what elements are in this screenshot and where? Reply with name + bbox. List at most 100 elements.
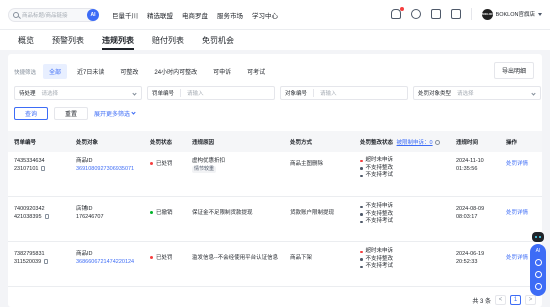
status-dot: [360, 205, 363, 208]
penalty-detail-link[interactable]: 处罚详情: [506, 161, 528, 169]
penalty-object: 商品ID 3686606721474220124: [76, 251, 134, 266]
quick-filter: 快捷筛选 全部 近7日未读 可整改 24小时内可整改 可申诉 可考试: [14, 64, 271, 79]
col-rectify-status: 处罚整改状态 被限制申诉：0: [360, 138, 441, 146]
object-type-select[interactable]: 处罚对象类型 请选择: [413, 86, 541, 100]
limited-appeal-link[interactable]: 被限制申诉：0: [397, 140, 433, 146]
bell-icon[interactable]: [390, 7, 404, 19]
help-icon[interactable]: [435, 140, 441, 146]
robot-eye: [539, 236, 541, 238]
chevron-down-icon: [132, 91, 137, 96]
severity-tag: 情节较重: [192, 165, 217, 173]
object-id-link[interactable]: 3691080927306935071: [76, 166, 134, 174]
copy-icon[interactable]: [44, 213, 49, 219]
status-dot: [150, 256, 153, 260]
account-name: BOKLON官旗店: [495, 12, 535, 18]
violation-date: 2024-08-09: [456, 206, 485, 212]
chip-rectify-24h[interactable]: 24小时内可整改: [148, 64, 203, 79]
rectify-text: 不支持考试: [365, 218, 394, 224]
status-dot: [150, 162, 153, 166]
expand-filters-link[interactable]: 展开更多筛选: [94, 109, 136, 118]
status-dot: [360, 213, 363, 216]
violation-clock: 20:52:33: [456, 258, 478, 265]
calendar-icon[interactable]: [430, 9, 441, 19]
filter-label: 处罚对象类型: [418, 91, 452, 97]
help-icon[interactable]: [534, 283, 542, 290]
account-menu[interactable]: BOKLON BOKLON官旗店: [481, 8, 542, 20]
object-id-link[interactable]: 3686606721474220124: [76, 259, 134, 267]
rectify-text: 超时未申诉: [365, 157, 394, 163]
robot-icon[interactable]: [532, 232, 544, 242]
rectify-item: 不支持考试: [360, 172, 393, 180]
chip-unread-7d[interactable]: 近7日未读: [71, 64, 110, 79]
pending-select[interactable]: 待处理 请选择: [14, 86, 142, 100]
violation-reason: 保证金不足限制货款提现: [192, 210, 253, 216]
chip-exam[interactable]: 可考试: [241, 64, 271, 79]
violation-date: 2024-06-19: [456, 251, 485, 257]
nav-item-service-market[interactable]: 服务市场: [217, 10, 243, 20]
search-input[interactable]: 商品标题/商品链接 AI: [8, 7, 99, 22]
nav-item-learning[interactable]: 学习中心: [252, 10, 278, 20]
object-number-input[interactable]: 对象编号 请输入: [280, 86, 408, 100]
next-page-button[interactable]: >: [525, 295, 536, 305]
filter-row: 待处理 请选择 罚单编号 请输入 对象编号 请输入 处罚对象类型 请选择: [14, 86, 541, 100]
object-type: 商品ID: [76, 158, 93, 164]
filter-placeholder: 请选择: [457, 91, 474, 97]
col-object: 处罚对象: [76, 140, 99, 146]
notification-dot: [399, 7, 404, 11]
ticket-number-line: 7400920342: [14, 206, 45, 212]
status-dot: [360, 167, 363, 170]
query-button[interactable]: 查询: [14, 107, 48, 120]
col-status: 处罚状态: [150, 140, 173, 146]
col-reason: 违规原因: [192, 140, 215, 146]
ai-search-button[interactable]: AI: [87, 8, 99, 21]
col-method: 处罚方式: [290, 140, 313, 146]
status-dot: [360, 159, 363, 162]
tab-violations[interactable]: 违规列表: [102, 35, 134, 50]
penalty-status: 已处罚: [150, 161, 173, 169]
chip-appealable[interactable]: 可申诉: [207, 64, 237, 79]
expand-filters-label: 展开更多筛选: [94, 112, 131, 118]
reset-button[interactable]: 重置: [54, 107, 88, 120]
nav-item-alliance[interactable]: 精选联盟: [147, 10, 173, 20]
nav-item-compass[interactable]: 电商罗盘: [182, 10, 208, 20]
tab-compensation[interactable]: 赔付列表: [152, 35, 184, 50]
prev-page-button[interactable]: <: [495, 295, 506, 305]
top-bar: 商品标题/商品链接 AI 巨量千川 精选联盟 电商罗盘 服务市场 学习中心 BO…: [0, 0, 550, 30]
floating-assistant-panel[interactable]: AI: [530, 244, 546, 296]
tab-overview[interactable]: 概览: [18, 35, 34, 50]
penalty-detail-link[interactable]: 处罚详情: [506, 210, 528, 218]
filter-label: 对象编号: [285, 91, 308, 97]
ticket-number-line: 7382795831: [14, 251, 45, 257]
ai-assistant-label[interactable]: AI: [536, 248, 541, 254]
object-id: 176246707: [76, 213, 104, 220]
penalty-detail-link[interactable]: 处罚详情: [506, 255, 528, 263]
violation-time: 2024-08-09 08:03:17: [456, 206, 484, 221]
copy-icon[interactable]: [41, 165, 46, 171]
pagination: 共 3 条 < 1 >: [472, 295, 536, 305]
copy-icon[interactable]: [44, 258, 49, 264]
chip-rectifiable[interactable]: 可整改: [114, 64, 144, 79]
robot-eye: [535, 236, 537, 238]
status-dot: [360, 265, 363, 268]
object-type: 商品ID: [76, 251, 93, 257]
ticket-number-input[interactable]: 罚单编号 请输入: [147, 86, 275, 100]
message-icon[interactable]: [410, 9, 421, 19]
rectify-item: 不支持整改: [360, 165, 393, 173]
grid-icon[interactable]: [450, 9, 461, 19]
col-operation: 操作: [506, 140, 518, 146]
tab-exemption[interactable]: 免罚机会: [202, 35, 234, 50]
search-icon: [13, 11, 19, 18]
chip-all[interactable]: 全部: [43, 64, 68, 79]
feedback-icon[interactable]: [534, 271, 542, 278]
topbar-actions: BOKLON BOKLON官旗店: [390, 7, 542, 20]
rectify-item: 不支持整改: [360, 256, 393, 264]
page-1-button[interactable]: 1: [510, 295, 521, 305]
nav-item-qianchuan[interactable]: 巨量千川: [112, 10, 138, 20]
headset-icon[interactable]: [534, 259, 542, 266]
filter-placeholder: 请输入: [187, 91, 204, 97]
ticket-number-line: 23107101: [14, 165, 39, 172]
rectify-status-list: 不支持申诉 不支持整改 不支持考试: [360, 203, 393, 226]
tab-warnings[interactable]: 预警列表: [52, 35, 84, 50]
status-dot: [360, 174, 363, 177]
export-button[interactable]: 导出明细: [493, 62, 534, 79]
